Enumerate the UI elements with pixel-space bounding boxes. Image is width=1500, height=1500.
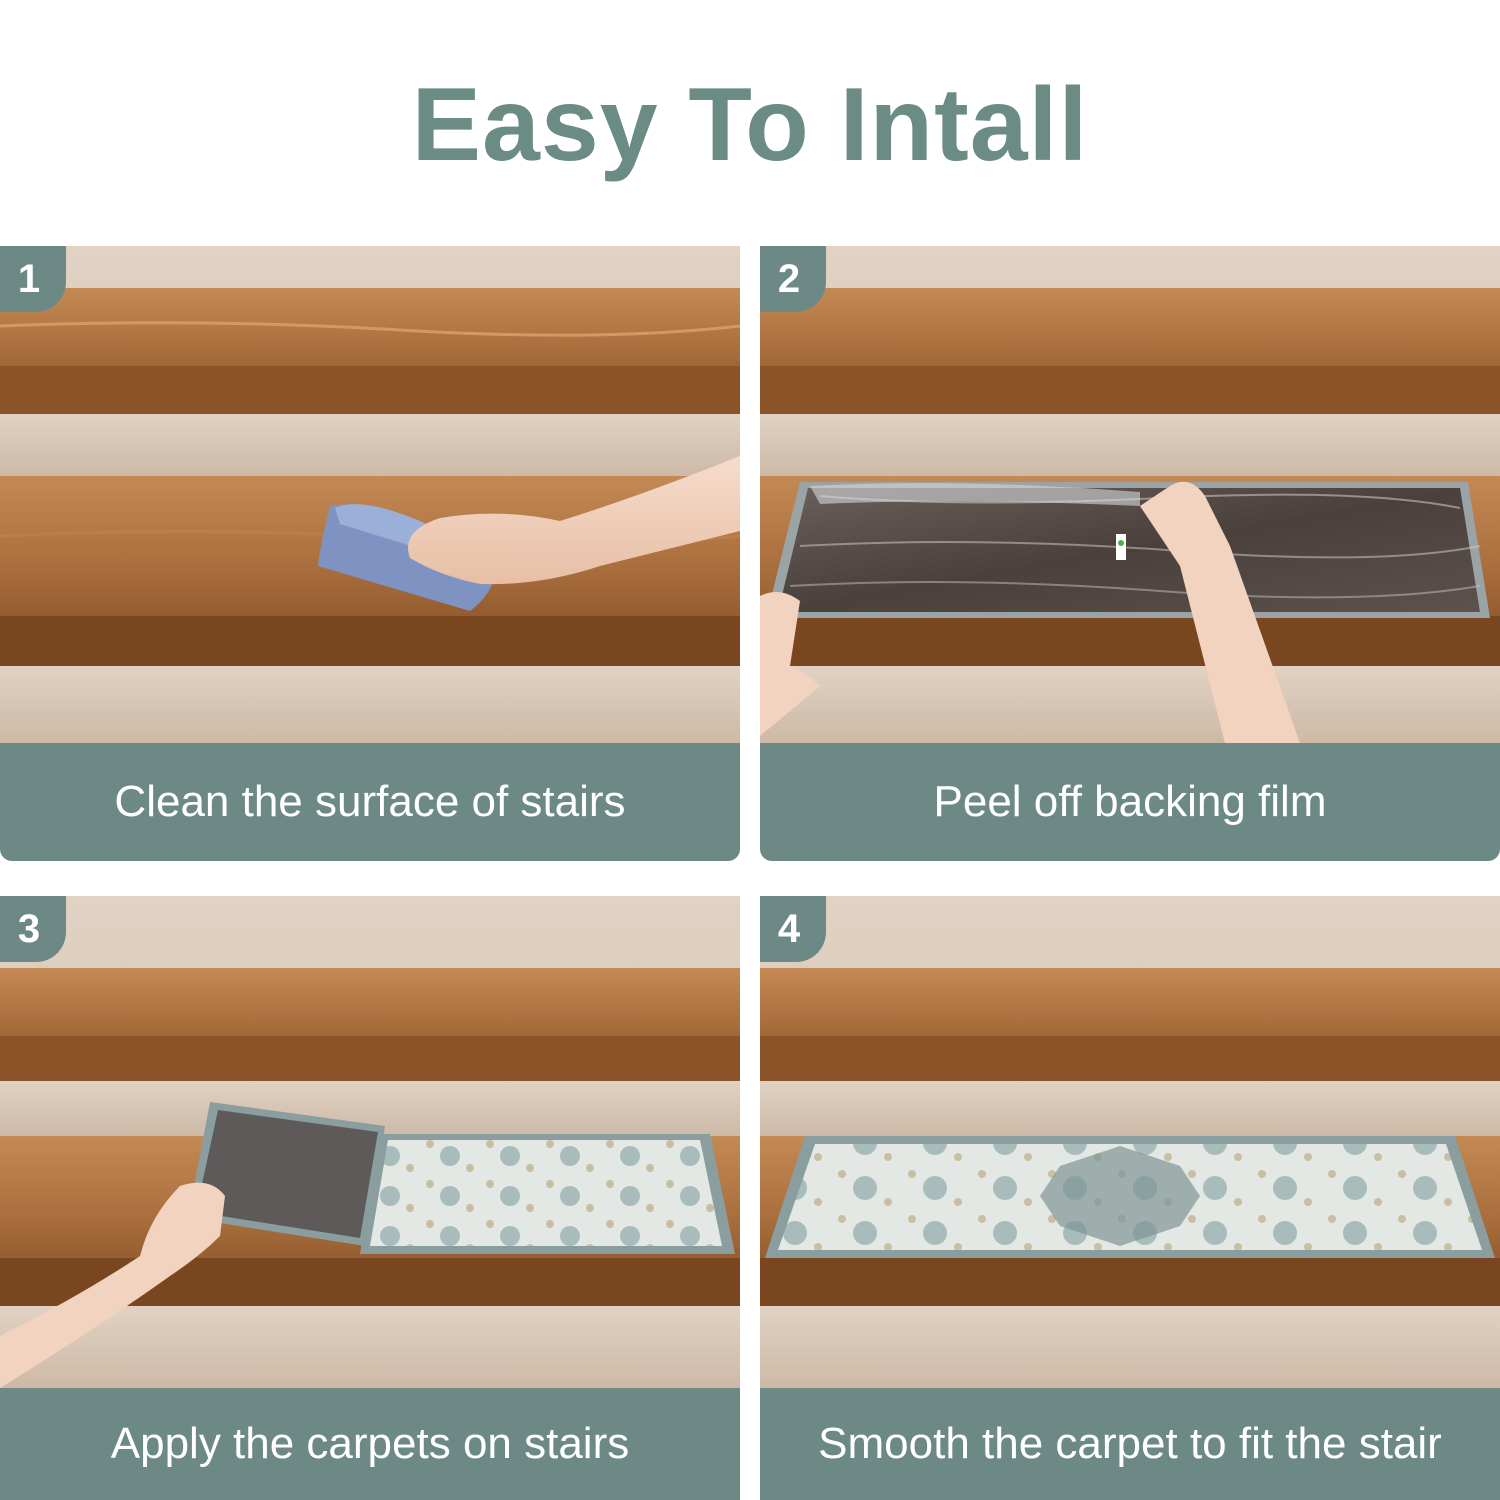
step-2-photo [760,246,1500,743]
step-1-photo [0,246,740,743]
step-2-caption: Peel off backing film [760,743,1500,861]
step-1-badge: 1 [0,246,66,312]
step-panel-4: 4 Smooth the carpet to fit the stair [760,896,1500,1500]
step-panel-3: 3 Apply the carpets on stairs [0,896,740,1500]
step-2-badge: 2 [760,246,826,312]
step-3-photo [0,896,740,1388]
step-4-badge: 4 [760,896,826,962]
step-3-caption: Apply the carpets on stairs [0,1388,740,1500]
step-4-caption: Smooth the carpet to fit the stair [760,1388,1500,1500]
step-4-photo [760,896,1500,1388]
step-panel-1: 1 Clean the surface of stairs [0,246,740,861]
page-title: Easy To Intall [411,67,1089,183]
step-3-badge: 3 [0,896,66,962]
step-1-caption: Clean the surface of stairs [0,743,740,861]
step-panel-2: 2 Peel off backing film [760,246,1500,861]
